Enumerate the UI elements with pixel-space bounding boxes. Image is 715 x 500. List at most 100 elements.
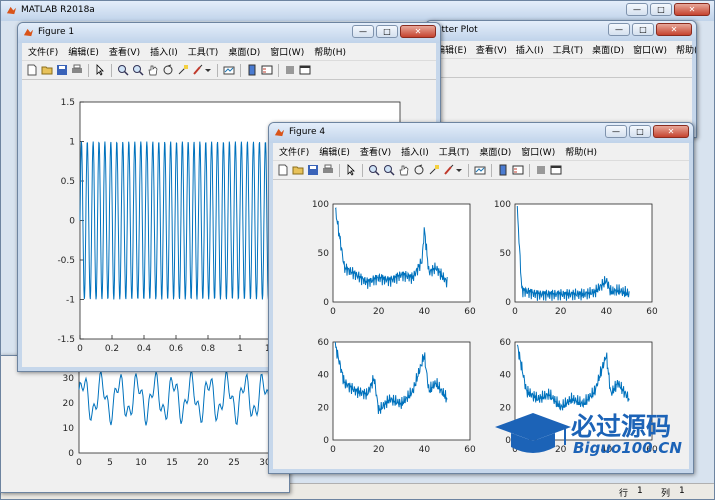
colorbar-icon[interactable]: [246, 64, 258, 76]
y-tick-label: 1: [69, 138, 75, 148]
rotate-3d-icon[interactable]: [162, 64, 174, 76]
watermark: 必过源码 Biguo100.CN: [493, 405, 708, 463]
menu-help[interactable]: 帮助(H): [676, 43, 696, 56]
menu-file[interactable]: 文件(F): [279, 145, 309, 158]
figure4-toolbar: [273, 160, 689, 180]
zoom-out-icon[interactable]: [132, 64, 144, 76]
menu-tools[interactable]: 工具(T): [439, 145, 470, 158]
x-tick-label: 10: [135, 458, 147, 468]
new-figure-icon[interactable]: [26, 64, 38, 76]
x-tick-label: 20: [197, 458, 209, 468]
menu-window[interactable]: 窗口(W): [270, 45, 304, 58]
new-figure-icon[interactable]: [277, 164, 289, 176]
brush-icon[interactable]: [443, 164, 455, 176]
dock-figure-icon[interactable]: [550, 164, 562, 176]
y-tick-label: -0.5: [57, 256, 75, 266]
x-tick-label: 40: [419, 445, 431, 455]
dropdown-arrow-icon[interactable]: [204, 64, 212, 76]
save-icon[interactable]: [56, 64, 68, 76]
dock-figure-icon[interactable]: [299, 64, 311, 76]
menu-help[interactable]: 帮助(H): [314, 45, 346, 58]
figure1-toolbar: [22, 60, 436, 80]
status-row-label: 行: [619, 489, 629, 499]
status-row-value: 1: [637, 486, 643, 496]
edit-plot-arrow-icon[interactable]: [94, 64, 106, 76]
zoom-in-icon[interactable]: [117, 64, 129, 76]
print-icon[interactable]: [71, 64, 83, 76]
status-col-label: 列: [661, 489, 671, 499]
scatter-toolbar: [430, 58, 692, 78]
print-icon[interactable]: [322, 164, 334, 176]
scatter-minimize-button[interactable]: —: [608, 23, 630, 36]
main-minimize-button[interactable]: —: [626, 3, 648, 16]
figure1-titlebar: Figure 1 — □ ✕: [18, 23, 440, 43]
figure3-window[interactable]: 30 20 10 0 0 5 10 15 20 25 30: [0, 355, 290, 493]
link-plot-icon[interactable]: [474, 164, 486, 176]
menu-desktop[interactable]: 桌面(D): [228, 45, 260, 58]
menu-window[interactable]: 窗口(W): [521, 145, 555, 158]
figure1-minimize-button[interactable]: —: [352, 25, 374, 38]
menu-tools[interactable]: 工具(T): [553, 43, 584, 56]
figure4-titlebar: Figure 4 — □ ✕: [269, 123, 693, 143]
watermark-brand-cn: 必过源码: [571, 412, 672, 441]
main-maximize-button[interactable]: □: [650, 3, 672, 16]
link-plot-icon[interactable]: [223, 64, 235, 76]
dropdown-arrow-icon[interactable]: [455, 164, 463, 176]
legend-icon[interactable]: [261, 64, 273, 76]
figure1-maximize-button[interactable]: □: [376, 25, 398, 38]
menu-view[interactable]: 查看(V): [476, 43, 507, 56]
open-file-icon[interactable]: [292, 164, 304, 176]
data-cursor-icon[interactable]: [177, 64, 189, 76]
x-tick-label: 20: [373, 307, 385, 317]
brush-icon[interactable]: [192, 64, 204, 76]
menu-edit[interactable]: 编辑(E): [319, 145, 350, 158]
menu-edit[interactable]: 编辑(E): [68, 45, 99, 58]
y-tick-label: 0: [505, 298, 511, 308]
subplot-axes-box: [514, 203, 653, 303]
y-tick-label: 0: [323, 436, 329, 446]
figure4-maximize-button[interactable]: □: [629, 125, 651, 138]
pan-hand-icon[interactable]: [398, 164, 410, 176]
scatter-close-button[interactable]: ✕: [656, 23, 692, 36]
menu-desktop[interactable]: 桌面(D): [592, 43, 624, 56]
main-close-button[interactable]: ✕: [674, 3, 710, 16]
menu-insert[interactable]: 插入(I): [516, 43, 544, 56]
menu-view[interactable]: 查看(V): [109, 45, 140, 58]
zoom-out-icon[interactable]: [383, 164, 395, 176]
data-cursor-icon[interactable]: [428, 164, 440, 176]
y-tick-label: -1: [66, 296, 75, 306]
x-tick-label: 5: [107, 458, 113, 468]
menu-help[interactable]: 帮助(H): [565, 145, 597, 158]
menu-insert[interactable]: 插入(I): [150, 45, 178, 58]
figure4-minimize-button[interactable]: —: [605, 125, 627, 138]
open-file-icon[interactable]: [41, 64, 53, 76]
x-tick-label: 1: [237, 344, 243, 354]
scatter-maximize-button[interactable]: □: [632, 23, 654, 36]
figure3-axes: 30201000 5 10 15 20 25 30: [63, 369, 280, 468]
figure4-close-button[interactable]: ✕: [653, 125, 689, 138]
edit-plot-arrow-icon[interactable]: [345, 164, 357, 176]
menu-file[interactable]: 文件(F): [28, 45, 58, 58]
legend-icon[interactable]: [512, 164, 524, 176]
x-tick-label: 0.8: [201, 344, 216, 354]
colorbar-icon[interactable]: [497, 164, 509, 176]
menu-desktop[interactable]: 桌面(D): [479, 145, 511, 158]
hide-tools-icon[interactable]: [535, 164, 547, 176]
pan-hand-icon[interactable]: [147, 64, 159, 76]
scatter-menu-bar: 编辑(E) 查看(V) 插入(I) 工具(T) 桌面(D) 窗口(W) 帮助(H…: [430, 41, 696, 58]
zoom-in-icon[interactable]: [368, 164, 380, 176]
menu-window[interactable]: 窗口(W): [633, 43, 667, 56]
save-icon[interactable]: [307, 164, 319, 176]
x-tick-label: 60: [646, 307, 658, 317]
menu-tools[interactable]: 工具(T): [188, 45, 219, 58]
figure1-title: Figure 1: [38, 27, 75, 37]
menu-insert[interactable]: 插入(I): [401, 145, 429, 158]
rotate-3d-icon[interactable]: [413, 164, 425, 176]
hide-tools-icon[interactable]: [284, 64, 296, 76]
matlab-logo-icon: [6, 6, 17, 15]
menu-view[interactable]: 查看(V): [360, 145, 391, 158]
scatter-plot-window[interactable]: atter Plot — □ ✕ 编辑(E) 查看(V) 插入(I) 工具(T)…: [425, 20, 697, 138]
figure1-close-button[interactable]: ✕: [400, 25, 436, 38]
x-tick-label: 40: [601, 307, 613, 317]
figure4-title: Figure 4: [289, 127, 326, 137]
